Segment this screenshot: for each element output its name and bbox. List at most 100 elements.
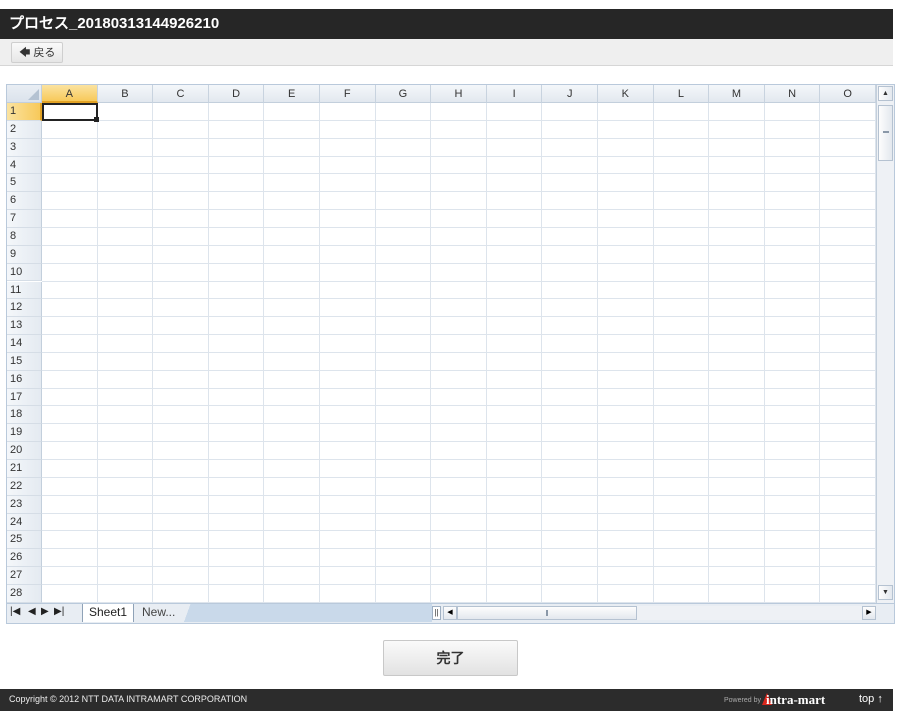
split-handle-icon[interactable]: || — [432, 606, 441, 620]
row-header[interactable]: 26 — [7, 549, 42, 568]
grid-line — [42, 530, 876, 532]
grid-line — [42, 298, 876, 300]
grid-line — [42, 262, 876, 264]
row-header[interactable]: 25 — [7, 531, 42, 550]
row-header[interactable]: 21 — [7, 460, 42, 478]
column-header[interactable]: M — [709, 85, 765, 103]
grid-line — [42, 119, 876, 121]
last-sheet-icon[interactable]: ▶| — [54, 606, 64, 617]
scroll-left-icon[interactable]: ◀ — [443, 606, 457, 620]
row-header[interactable]: 9 — [7, 245, 42, 264]
grid-line — [42, 316, 876, 318]
column-header[interactable]: G — [375, 85, 432, 103]
scroll-down-icon[interactable]: ▼ — [878, 585, 893, 600]
grid-line — [42, 369, 876, 371]
row-header[interactable]: 18 — [7, 406, 42, 425]
column-header[interactable]: F — [320, 85, 376, 103]
horizontal-scroll-track[interactable] — [637, 606, 862, 620]
grid-line — [152, 103, 154, 603]
column-header[interactable]: E — [264, 85, 320, 103]
grid-line — [42, 334, 876, 336]
grid-line — [42, 173, 876, 175]
row-header[interactable]: 28 — [7, 584, 42, 603]
row-header[interactable]: 5 — [7, 174, 42, 193]
row-header[interactable]: 13 — [7, 317, 42, 336]
row-header[interactable]: 17 — [7, 388, 42, 407]
column-header[interactable]: K — [598, 85, 654, 103]
row-header[interactable]: 10 — [7, 263, 42, 282]
column-header[interactable]: O — [820, 85, 876, 103]
row-header[interactable]: 12 — [7, 299, 42, 318]
row-header[interactable]: 8 — [7, 227, 42, 246]
window-title: プロセス_20180313144926210 — [0, 9, 893, 39]
row-header[interactable]: 14 — [7, 335, 42, 353]
row-header[interactable]: 27 — [7, 567, 42, 585]
horizontal-scrollbar[interactable]: || ◀ ▶ — [432, 606, 876, 621]
column-header[interactable]: L — [653, 85, 710, 103]
back-button[interactable]: 🡄 戻る — [11, 42, 64, 63]
row-header[interactable]: 24 — [7, 513, 42, 532]
grid-line — [42, 209, 876, 211]
toolbar: 🡄 戻る — [0, 39, 893, 66]
grid-line — [42, 405, 876, 407]
column-header[interactable]: A — [42, 85, 98, 103]
row-header[interactable]: 7 — [7, 210, 42, 228]
grid-line — [207, 103, 209, 603]
row-header[interactable]: 22 — [7, 477, 42, 496]
row-header[interactable]: 2 — [7, 120, 42, 139]
grid-line — [42, 244, 876, 246]
next-sheet-icon[interactable]: ▶ — [41, 606, 49, 617]
first-sheet-icon[interactable]: |◀ — [10, 606, 20, 617]
select-all-corner[interactable] — [7, 85, 42, 103]
row-header[interactable]: 20 — [7, 442, 42, 460]
column-header[interactable]: C — [153, 85, 209, 103]
grid-line — [42, 280, 876, 282]
row-header[interactable]: 15 — [7, 352, 42, 371]
grid-line — [96, 103, 98, 603]
column-header[interactable]: H — [431, 85, 487, 103]
column-header[interactable]: B — [97, 85, 154, 103]
selected-cell[interactable] — [42, 103, 98, 121]
row-header[interactable]: 16 — [7, 370, 42, 389]
grid-line — [42, 155, 876, 157]
row-header[interactable]: 19 — [7, 424, 42, 443]
tab-sheet1[interactable]: Sheet1 — [82, 604, 135, 622]
row-header[interactable]: 11 — [7, 281, 42, 300]
grid-line — [42, 476, 876, 478]
grid-line — [42, 512, 876, 514]
arrow-left-icon: 🡄 — [19, 47, 31, 59]
grid-line — [763, 103, 765, 603]
grid-line — [597, 103, 598, 603]
grid-line — [42, 351, 876, 353]
grid-line — [263, 103, 265, 603]
prev-sheet-icon[interactable]: ◀ — [28, 606, 36, 617]
row-header[interactable]: 4 — [7, 156, 42, 175]
grid-line — [42, 423, 876, 425]
grid-line — [708, 103, 710, 603]
column-header[interactable]: I — [486, 85, 543, 103]
tab-new[interactable]: New... — [137, 604, 187, 622]
row-header[interactable]: 3 — [7, 138, 42, 157]
fill-handle[interactable] — [94, 117, 99, 122]
back-button-label: 戻る — [33, 47, 56, 59]
top-link[interactable]: top ↑ — [859, 693, 883, 705]
grid-line — [42, 566, 876, 568]
vertical-scroll-thumb[interactable] — [878, 105, 893, 161]
column-header[interactable]: J — [542, 85, 598, 103]
grid-line — [319, 103, 320, 603]
scroll-right-icon[interactable]: ▶ — [862, 606, 876, 620]
row-header[interactable]: 6 — [7, 192, 42, 211]
grid-line — [42, 387, 876, 389]
tab-area — [182, 604, 432, 622]
grid-line — [42, 191, 876, 193]
horizontal-scroll-thumb[interactable] — [457, 606, 637, 620]
done-button[interactable]: 完了 — [383, 640, 518, 676]
vertical-scrollbar[interactable]: ▲ ▼ — [876, 85, 894, 603]
column-header[interactable]: N — [764, 85, 821, 103]
scroll-up-icon[interactable]: ▲ — [878, 86, 893, 101]
column-header[interactable]: D — [208, 85, 265, 103]
cell-grid[interactable] — [42, 103, 876, 603]
row-header[interactable]: 1 — [7, 103, 42, 121]
grid-line — [42, 548, 876, 550]
row-header[interactable]: 23 — [7, 495, 42, 514]
